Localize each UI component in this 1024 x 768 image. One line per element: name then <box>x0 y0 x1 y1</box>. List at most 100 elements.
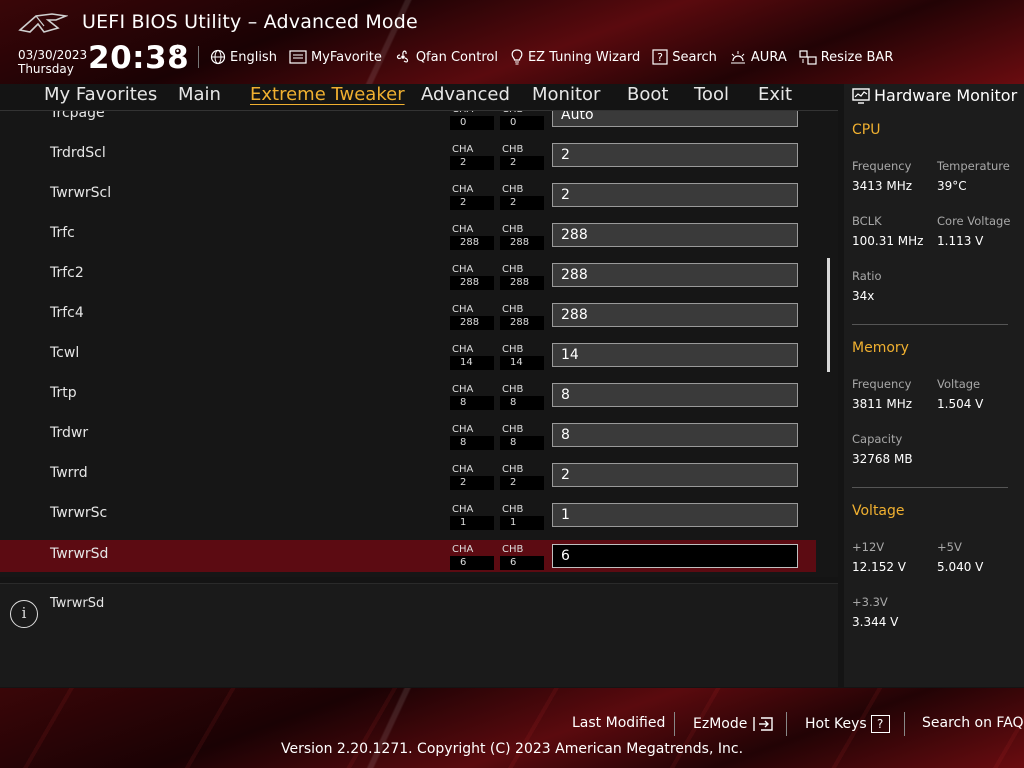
setting-row-trdwr[interactable]: Trdwr CHA 8 CHB 8 8 <box>0 414 816 454</box>
setting-value-input[interactable]: 2 <box>552 463 798 487</box>
tab-advanced[interactable]: Advanced <box>421 84 510 105</box>
cha-label: CHA <box>452 144 474 155</box>
ezmode-button[interactable]: EzMode <box>693 715 775 733</box>
help-text: TwrwrSd <box>50 596 105 611</box>
setting-label: TrdrdScl <box>50 145 106 161</box>
setting-value-input[interactable]: 2 <box>552 183 798 207</box>
myfavorite-button[interactable]: MyFavorite <box>289 50 382 65</box>
tab-extreme-tweaker[interactable]: Extreme Tweaker <box>250 84 405 105</box>
last-modified-button[interactable]: Last Modified <box>572 715 665 731</box>
cha-indicator: CHA 288 <box>450 303 494 330</box>
chb-value: 288 <box>500 276 544 290</box>
tab-main[interactable]: Main <box>178 84 221 105</box>
cha-label: CHA <box>452 464 474 475</box>
qfan-control-button[interactable]: Qfan Control <box>394 49 498 65</box>
setting-value-input[interactable]: 8 <box>552 383 798 407</box>
footer-divider <box>786 712 787 736</box>
setting-row-twrwrscl[interactable]: TwrwrScl CHA 2 CHB 2 2 <box>0 174 816 214</box>
setting-value-input[interactable]: 1 <box>552 503 798 527</box>
fan-icon <box>396 50 408 63</box>
setting-row-trfc[interactable]: Trfc CHA 288 CHB 288 288 <box>0 214 816 254</box>
tab-boot[interactable]: Boot <box>627 84 668 105</box>
settings-list[interactable]: Trcpage CHA0 CHB0 Auto TrdrdScl CHA2 CHB… <box>0 111 838 577</box>
v12-label: +12V <box>852 540 885 554</box>
tab-tool[interactable]: Tool <box>694 84 729 105</box>
setting-value-input[interactable]: Auto <box>552 111 798 127</box>
cha-indicator: CHA 1 <box>450 503 494 530</box>
setting-row-twrrd[interactable]: Twrrd CHA 2 CHB 2 2 <box>0 454 816 494</box>
tab-exit[interactable]: Exit <box>758 84 792 105</box>
search-button[interactable]: ? Search <box>652 49 717 65</box>
chb-indicator: CHB 8 <box>500 383 544 410</box>
setting-row-trtp[interactable]: Trtp CHA 8 CHB 8 8 <box>0 374 816 414</box>
cha-indicator: CHA 6 <box>450 543 494 570</box>
setting-value-input[interactable]: 6 <box>552 544 798 568</box>
hot-keys-button[interactable]: Hot Keys ? <box>805 715 890 733</box>
help-panel: i TwrwrSd <box>0 583 838 687</box>
info-icon: i <box>10 600 38 628</box>
tab-monitor[interactable]: Monitor <box>532 84 600 105</box>
setting-value-input[interactable]: 288 <box>552 303 798 327</box>
chb-indicator: CHB 288 <box>500 303 544 330</box>
setting-value-input[interactable]: 2 <box>552 143 798 167</box>
setting-label: TwrwrScl <box>50 185 112 201</box>
cha-value: 288 <box>450 236 494 250</box>
hardware-monitor-panel: Hardware Monitor CPU Frequency 3413 MHz … <box>844 84 1024 687</box>
setting-row-trcpage[interactable]: Trcpage CHA0 CHB0 Auto <box>0 111 816 134</box>
monitor-icon <box>852 87 870 104</box>
setting-row-trfc2[interactable]: Trfc2 CHA 288 CHB 288 288 <box>0 254 816 294</box>
language-button[interactable]: English <box>210 49 277 65</box>
chb-label: CHB <box>502 144 524 155</box>
chb-indicator: CHB 8 <box>500 423 544 450</box>
chb-value: 1 <box>500 516 544 530</box>
resize-bar-button[interactable]: Resize BAR <box>799 49 893 65</box>
chb-indicator: CHB 14 <box>500 343 544 370</box>
cha-indicator: CHA 288 <box>450 223 494 250</box>
cha-indicator: CHA 2 <box>450 143 494 170</box>
aura-icon <box>730 51 745 64</box>
aura-button[interactable]: AURA <box>729 49 787 65</box>
aura-label: AURA <box>750 49 787 65</box>
hot-keys-label: Hot Keys <box>805 716 867 732</box>
cha-label: CHA <box>452 344 474 355</box>
hardware-monitor-title: Hardware Monitor <box>852 86 1017 105</box>
cha-label: CHA <box>452 224 474 235</box>
chb-label: CHB <box>502 464 524 475</box>
question-key-icon: ? <box>870 715 890 733</box>
gear-icon[interactable]: ⚙ <box>170 42 185 62</box>
setting-row-trfc4[interactable]: Trfc4 CHA 288 CHB 288 288 <box>0 294 816 334</box>
list-scrollbar[interactable] <box>827 258 830 372</box>
resize-bar-icon <box>799 50 817 65</box>
cha-indicator: CHA 8 <box>450 383 494 410</box>
cha-label: CHA <box>452 304 474 315</box>
chb-value: 2 <box>500 476 544 490</box>
setting-value-input[interactable]: 288 <box>552 223 798 247</box>
cha-value: 8 <box>450 436 494 450</box>
setting-row-tcwl[interactable]: Tcwl CHA 14 CHB 14 14 <box>0 334 816 374</box>
chb-indicator: CHB0 <box>500 111 544 130</box>
setting-row-trdrdscl[interactable]: TrdrdScl CHA 2 CHB 2 2 <box>0 134 816 174</box>
setting-row-twrwrsd[interactable]: TwrwrSd CHA 6 CHB 6 6 <box>0 540 816 572</box>
cha-indicator: CHA0 <box>450 111 494 130</box>
toolbar-divider <box>198 46 199 68</box>
main-menu: My Favorites Main Extreme Tweaker Advanc… <box>0 84 838 110</box>
footer-divider <box>904 712 905 736</box>
bclk-label: BCLK <box>852 214 882 228</box>
setting-value-input[interactable]: 288 <box>552 263 798 287</box>
setting-row-twrwrsc[interactable]: TwrwrSc CHA 1 CHB 1 1 <box>0 494 816 534</box>
setting-value-input[interactable]: 14 <box>552 343 798 367</box>
setting-label: Tcwl <box>50 345 80 361</box>
language-label: English <box>230 49 277 65</box>
rog-logo-icon <box>18 13 68 33</box>
chb-indicator: CHB 1 <box>500 503 544 530</box>
setting-value-input[interactable]: 8 <box>552 423 798 447</box>
tab-my-favorites[interactable]: My Favorites <box>44 84 157 105</box>
app-title: UEFI BIOS Utility – Advanced Mode <box>82 11 418 33</box>
footer-divider <box>674 712 675 736</box>
search-faq-button[interactable]: Search on FAQ <box>922 715 1024 731</box>
ez-tuning-wizard-button[interactable]: EZ Tuning Wizard <box>510 49 640 65</box>
chb-value: 14 <box>500 356 544 370</box>
ez-tuning-wizard-label: EZ Tuning Wizard <box>527 49 641 65</box>
search-faq-label: Search on FAQ <box>922 715 1024 731</box>
chb-label: CHB <box>502 544 524 555</box>
